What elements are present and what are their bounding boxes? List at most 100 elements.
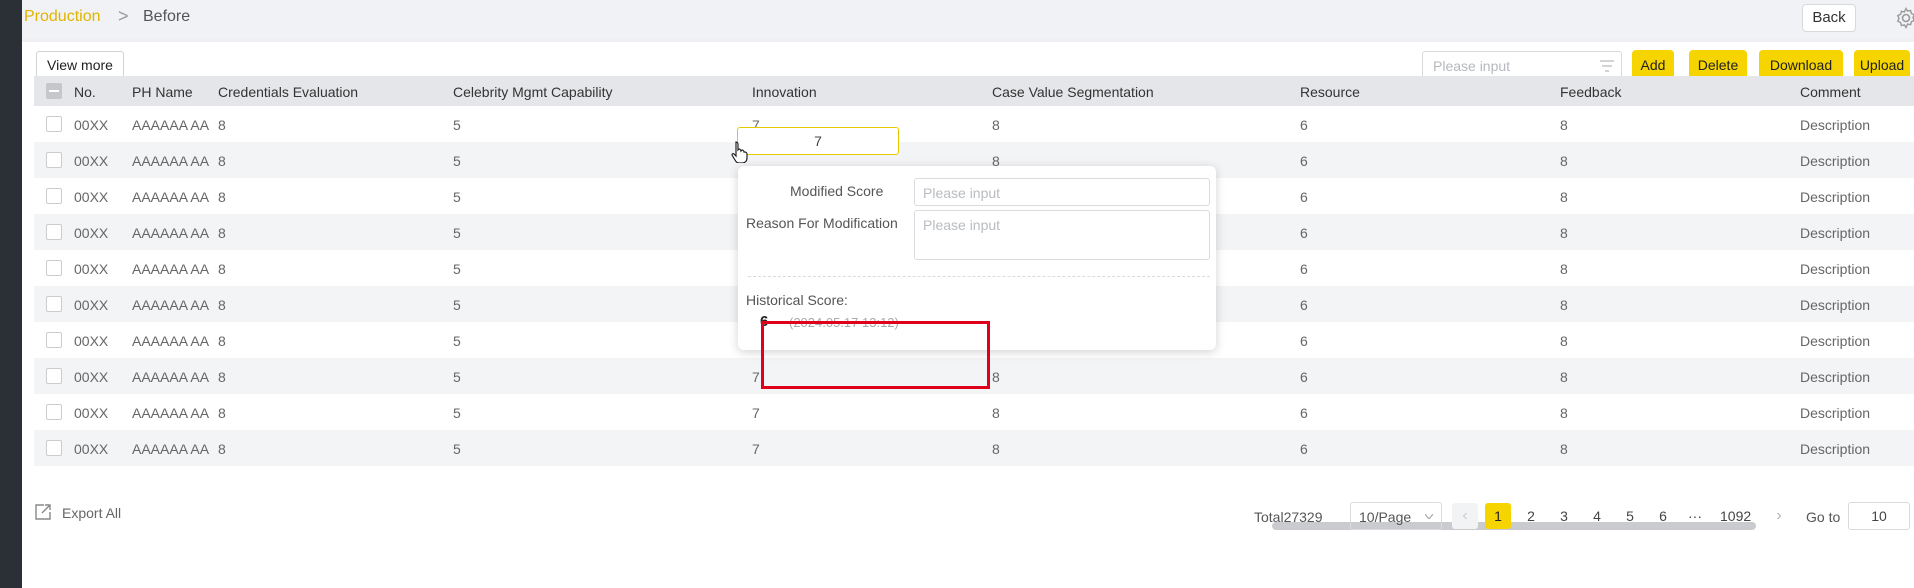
row-checkbox[interactable] <box>46 296 62 312</box>
export-all-link[interactable]: Export All <box>62 505 121 521</box>
cell-no: 00XX <box>74 117 109 133</box>
row-checkbox[interactable] <box>46 260 62 276</box>
page-2[interactable]: 2 <box>1518 503 1544 529</box>
cell-celebrity: 5 <box>453 225 461 241</box>
cell-resource: 6 <box>1300 153 1308 169</box>
cell-credentials: 8 <box>218 441 226 457</box>
table-row[interactable]: 00XXAAAAAA AA857868Description <box>34 394 1914 430</box>
search-placeholder: Please input <box>1433 58 1511 74</box>
cell-ph-name: AAAAAA AA <box>132 153 210 169</box>
row-checkbox[interactable] <box>46 152 62 168</box>
cell-comment: Description <box>1800 261 1871 277</box>
table-row[interactable]: 00XXAAAAAA AA857868Description <box>34 106 1914 142</box>
page-1[interactable]: 1 <box>1485 503 1511 529</box>
reason-label: Reason For Modification <box>746 215 898 231</box>
cell-credentials: 8 <box>218 405 226 421</box>
cell-ph-name: AAAAAA AA <box>132 225 210 241</box>
cell-credentials: 8 <box>218 189 226 205</box>
cell-resource: 6 <box>1300 189 1308 205</box>
breadcrumb-separator: > <box>118 6 129 26</box>
modified-score-placeholder: Please input <box>923 185 1001 201</box>
export-icon[interactable] <box>34 503 52 521</box>
breadcrumb-production[interactable]: Production <box>24 8 101 26</box>
innovation-edit-cell[interactable]: 7 <box>737 127 899 155</box>
historical-score-label: Historical Score: <box>746 292 848 308</box>
filter-icon[interactable] <box>1599 59 1615 73</box>
cell-credentials: 8 <box>218 297 226 313</box>
row-checkbox[interactable] <box>46 404 62 420</box>
row-checkbox[interactable] <box>46 224 62 240</box>
page-size-select[interactable]: 10/Page <box>1350 502 1442 530</box>
page-4[interactable]: 4 <box>1584 503 1610 529</box>
page-last[interactable]: 1092 <box>1720 503 1751 529</box>
back-button[interactable]: Back <box>1802 4 1856 32</box>
breadcrumb-current: Before <box>143 8 191 25</box>
cell-no: 00XX <box>74 261 109 277</box>
page-3[interactable]: 3 <box>1551 503 1577 529</box>
col-feedback[interactable]: Feedback <box>1560 84 1621 100</box>
cell-comment: Description <box>1800 441 1871 457</box>
cell-comment: Description <box>1800 189 1871 205</box>
cell-resource: 6 <box>1300 333 1308 349</box>
cell-feedback: 8 <box>1560 225 1568 241</box>
cell-no: 00XX <box>74 189 109 205</box>
select-all-checkbox[interactable] <box>46 83 62 99</box>
modified-score-input[interactable]: Please input <box>914 178 1210 206</box>
cell-case-value: 8 <box>992 117 1000 133</box>
row-checkbox[interactable] <box>46 368 62 384</box>
cell-innovation: 7 <box>752 405 760 421</box>
cell-celebrity: 5 <box>453 117 461 133</box>
table-header: No. PH Name Credentials Evaluation Celeb… <box>34 76 1914 106</box>
settings-icon[interactable] <box>1894 6 1914 30</box>
col-case-value[interactable]: Case Value Segmentation <box>992 84 1154 100</box>
cell-ph-name: AAAAAA AA <box>132 333 210 349</box>
left-sidebar-strip <box>0 0 22 588</box>
cell-no: 00XX <box>74 405 109 421</box>
view-more-button[interactable]: View more <box>36 51 124 79</box>
page-ellipsis[interactable]: ··· <box>1682 503 1708 529</box>
col-credentials-evaluation[interactable]: Credentials Evaluation <box>218 84 358 100</box>
table-row[interactable]: 00XXAAAAAA AA857868Description <box>34 430 1914 466</box>
cell-no: 00XX <box>74 333 109 349</box>
row-checkbox[interactable] <box>46 332 62 348</box>
cell-feedback: 8 <box>1560 153 1568 169</box>
cell-feedback: 8 <box>1560 333 1568 349</box>
cell-feedback: 8 <box>1560 441 1568 457</box>
col-innovation[interactable]: Innovation <box>752 84 817 100</box>
col-celebrity-mgmt[interactable]: Celebrity Mgmt Capability <box>453 84 613 100</box>
reason-textarea[interactable]: Please input <box>914 210 1210 260</box>
row-checkbox[interactable] <box>46 440 62 456</box>
chevron-right-icon[interactable]: › <box>1766 503 1792 529</box>
cell-ph-name: AAAAAA AA <box>132 117 210 133</box>
cell-comment: Description <box>1800 405 1871 421</box>
cell-credentials: 8 <box>218 333 226 349</box>
cursor-icon <box>731 141 748 163</box>
cell-comment: Description <box>1800 153 1871 169</box>
cell-resource: 6 <box>1300 225 1308 241</box>
cell-celebrity: 5 <box>453 153 461 169</box>
goto-input[interactable]: 10 <box>1848 502 1910 530</box>
col-resource[interactable]: Resource <box>1300 84 1360 100</box>
page-6[interactable]: 6 <box>1650 503 1676 529</box>
cell-feedback: 8 <box>1560 189 1568 205</box>
cell-credentials: 8 <box>218 117 226 133</box>
highlight-box <box>761 321 990 389</box>
cell-case-value: 8 <box>992 441 1000 457</box>
cell-innovation: 7 <box>752 369 760 385</box>
row-checkbox[interactable] <box>46 188 62 204</box>
chevron-left-icon[interactable]: ‹ <box>1452 503 1478 529</box>
cell-feedback: 8 <box>1560 117 1568 133</box>
col-no[interactable]: No. <box>74 84 96 100</box>
cell-resource: 6 <box>1300 261 1308 277</box>
page-5[interactable]: 5 <box>1617 503 1643 529</box>
cell-case-value: 8 <box>992 369 1000 385</box>
cell-comment: Description <box>1800 225 1871 241</box>
row-checkbox[interactable] <box>46 116 62 132</box>
cell-resource: 6 <box>1300 369 1308 385</box>
col-ph-name[interactable]: PH Name <box>132 84 193 100</box>
goto-label: Go to <box>1806 509 1841 525</box>
cell-ph-name: AAAAAA AA <box>132 441 210 457</box>
col-comment[interactable]: Comment <box>1800 84 1861 100</box>
cell-celebrity: 5 <box>453 369 461 385</box>
page-size-value: 10/Page <box>1359 509 1412 525</box>
